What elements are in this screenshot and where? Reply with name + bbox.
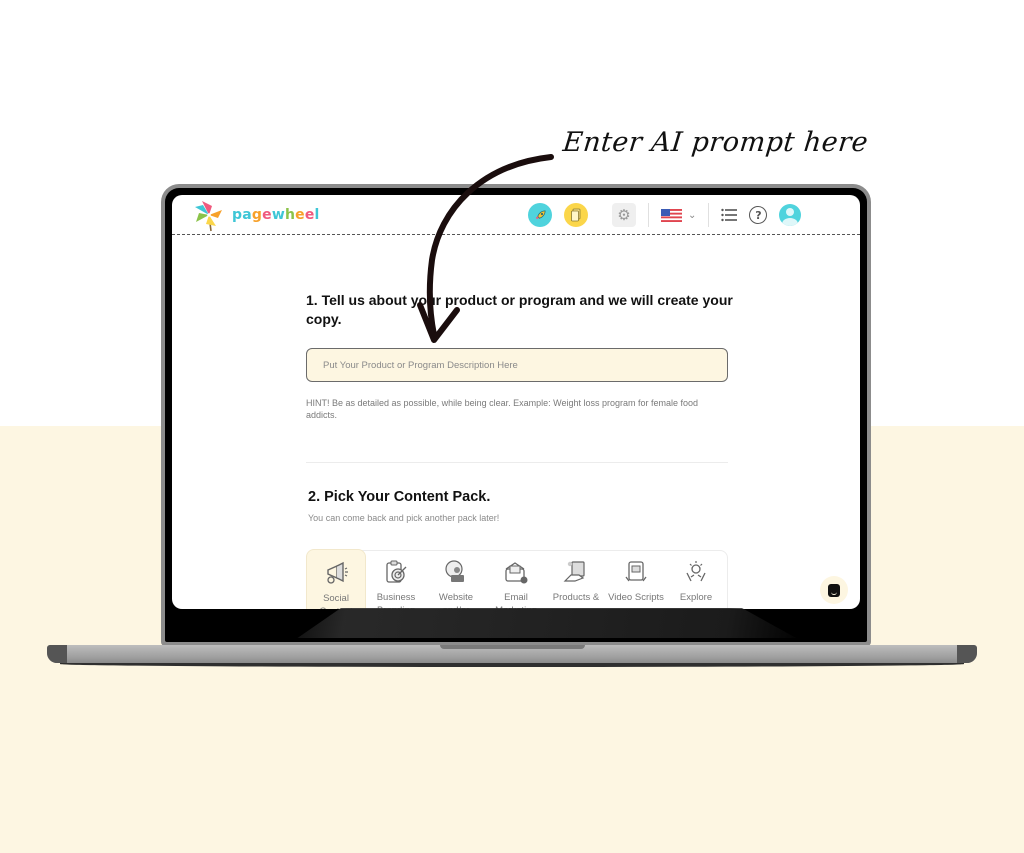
rocket-icon (535, 209, 546, 219)
tab-email-marketing[interactable]: Email Marketing (486, 551, 546, 609)
pack-label: Products & (552, 592, 600, 603)
pack-label: Email Marketing (495, 592, 537, 609)
tab-business-branding[interactable]: Business Branding (366, 551, 426, 609)
tab-video-scripts[interactable]: Video Scripts (606, 551, 666, 609)
app-header: pagewheel ⚙ ⌄ ? (172, 195, 860, 235)
section-divider (306, 462, 728, 463)
header-divider (708, 203, 710, 227)
pack-label: Video Scripts (608, 592, 664, 603)
help-button[interactable]: ? (749, 206, 768, 224)
tab-social-content[interactable]: Social Content (306, 549, 366, 609)
us-flag-icon (661, 208, 682, 222)
pinwheel-logo-icon (195, 200, 222, 231)
list-icon (721, 208, 738, 222)
input-placeholder: Put Your Product or Program Description … (323, 359, 518, 371)
pack-label: Business Branding (376, 592, 416, 609)
step2-heading: 2. Pick Your Content Pack. (308, 489, 491, 505)
step1-heading: 1. Tell us about your product or program… (306, 292, 733, 327)
tab-explore[interactable]: Explore (666, 551, 726, 609)
tab-products[interactable]: Products & (546, 551, 606, 609)
settings-button[interactable]: ⚙ (612, 203, 636, 227)
tab-website[interactable]: Website and/or (426, 551, 486, 609)
web-user-icon (443, 559, 469, 585)
document-icon (571, 208, 581, 222)
header-actions: ⚙ ⌄ ? (528, 195, 802, 235)
rocket-button[interactable] (528, 203, 552, 227)
pack-label: Explore (679, 592, 713, 603)
chevron-down-icon: ⌄ (688, 209, 697, 221)
chat-button[interactable] (820, 576, 848, 604)
product-description-input[interactable]: Put Your Product or Program Description … (306, 348, 728, 382)
list-button[interactable] (721, 208, 738, 222)
gear-icon: ⚙ (617, 206, 631, 224)
product-hand-icon (563, 559, 589, 585)
keyboard-reflection (297, 608, 797, 638)
step1-hint: HINT! Be as detailed as possible, while … (306, 398, 699, 420)
email-icon (503, 559, 529, 585)
target-clipboard-icon (383, 559, 409, 585)
laptop-lid: pagewheel ⚙ ⌄ ? 1. Tell us about your pr… (161, 184, 871, 646)
laptop-bezel: pagewheel ⚙ ⌄ ? 1. Tell us about your pr… (165, 188, 867, 642)
lightbulb-hands-icon (683, 559, 709, 585)
megaphone-icon (323, 560, 349, 586)
video-icon (623, 559, 649, 585)
logo-text: pagewheel (232, 206, 320, 223)
header-divider (648, 203, 649, 227)
language-selector[interactable]: ⌄ (661, 208, 697, 222)
logo[interactable]: pagewheel (192, 198, 320, 232)
question-icon: ? (755, 208, 762, 222)
app-screen: pagewheel ⚙ ⌄ ? 1. Tell us about your pr… (172, 195, 860, 609)
annotation-label: Enter AI prompt here (561, 127, 870, 158)
chat-icon (828, 583, 840, 597)
step2-subheading: You can come back and pick another pack … (308, 513, 500, 523)
user-avatar-button[interactable] (779, 204, 802, 226)
pack-label: Website and/or (438, 592, 474, 609)
laptop-notch (440, 645, 585, 649)
content-pack-tabs: Social Content Business Branding Website… (306, 549, 728, 609)
pack-label: Social Content (319, 593, 352, 609)
documents-button[interactable] (564, 203, 588, 227)
